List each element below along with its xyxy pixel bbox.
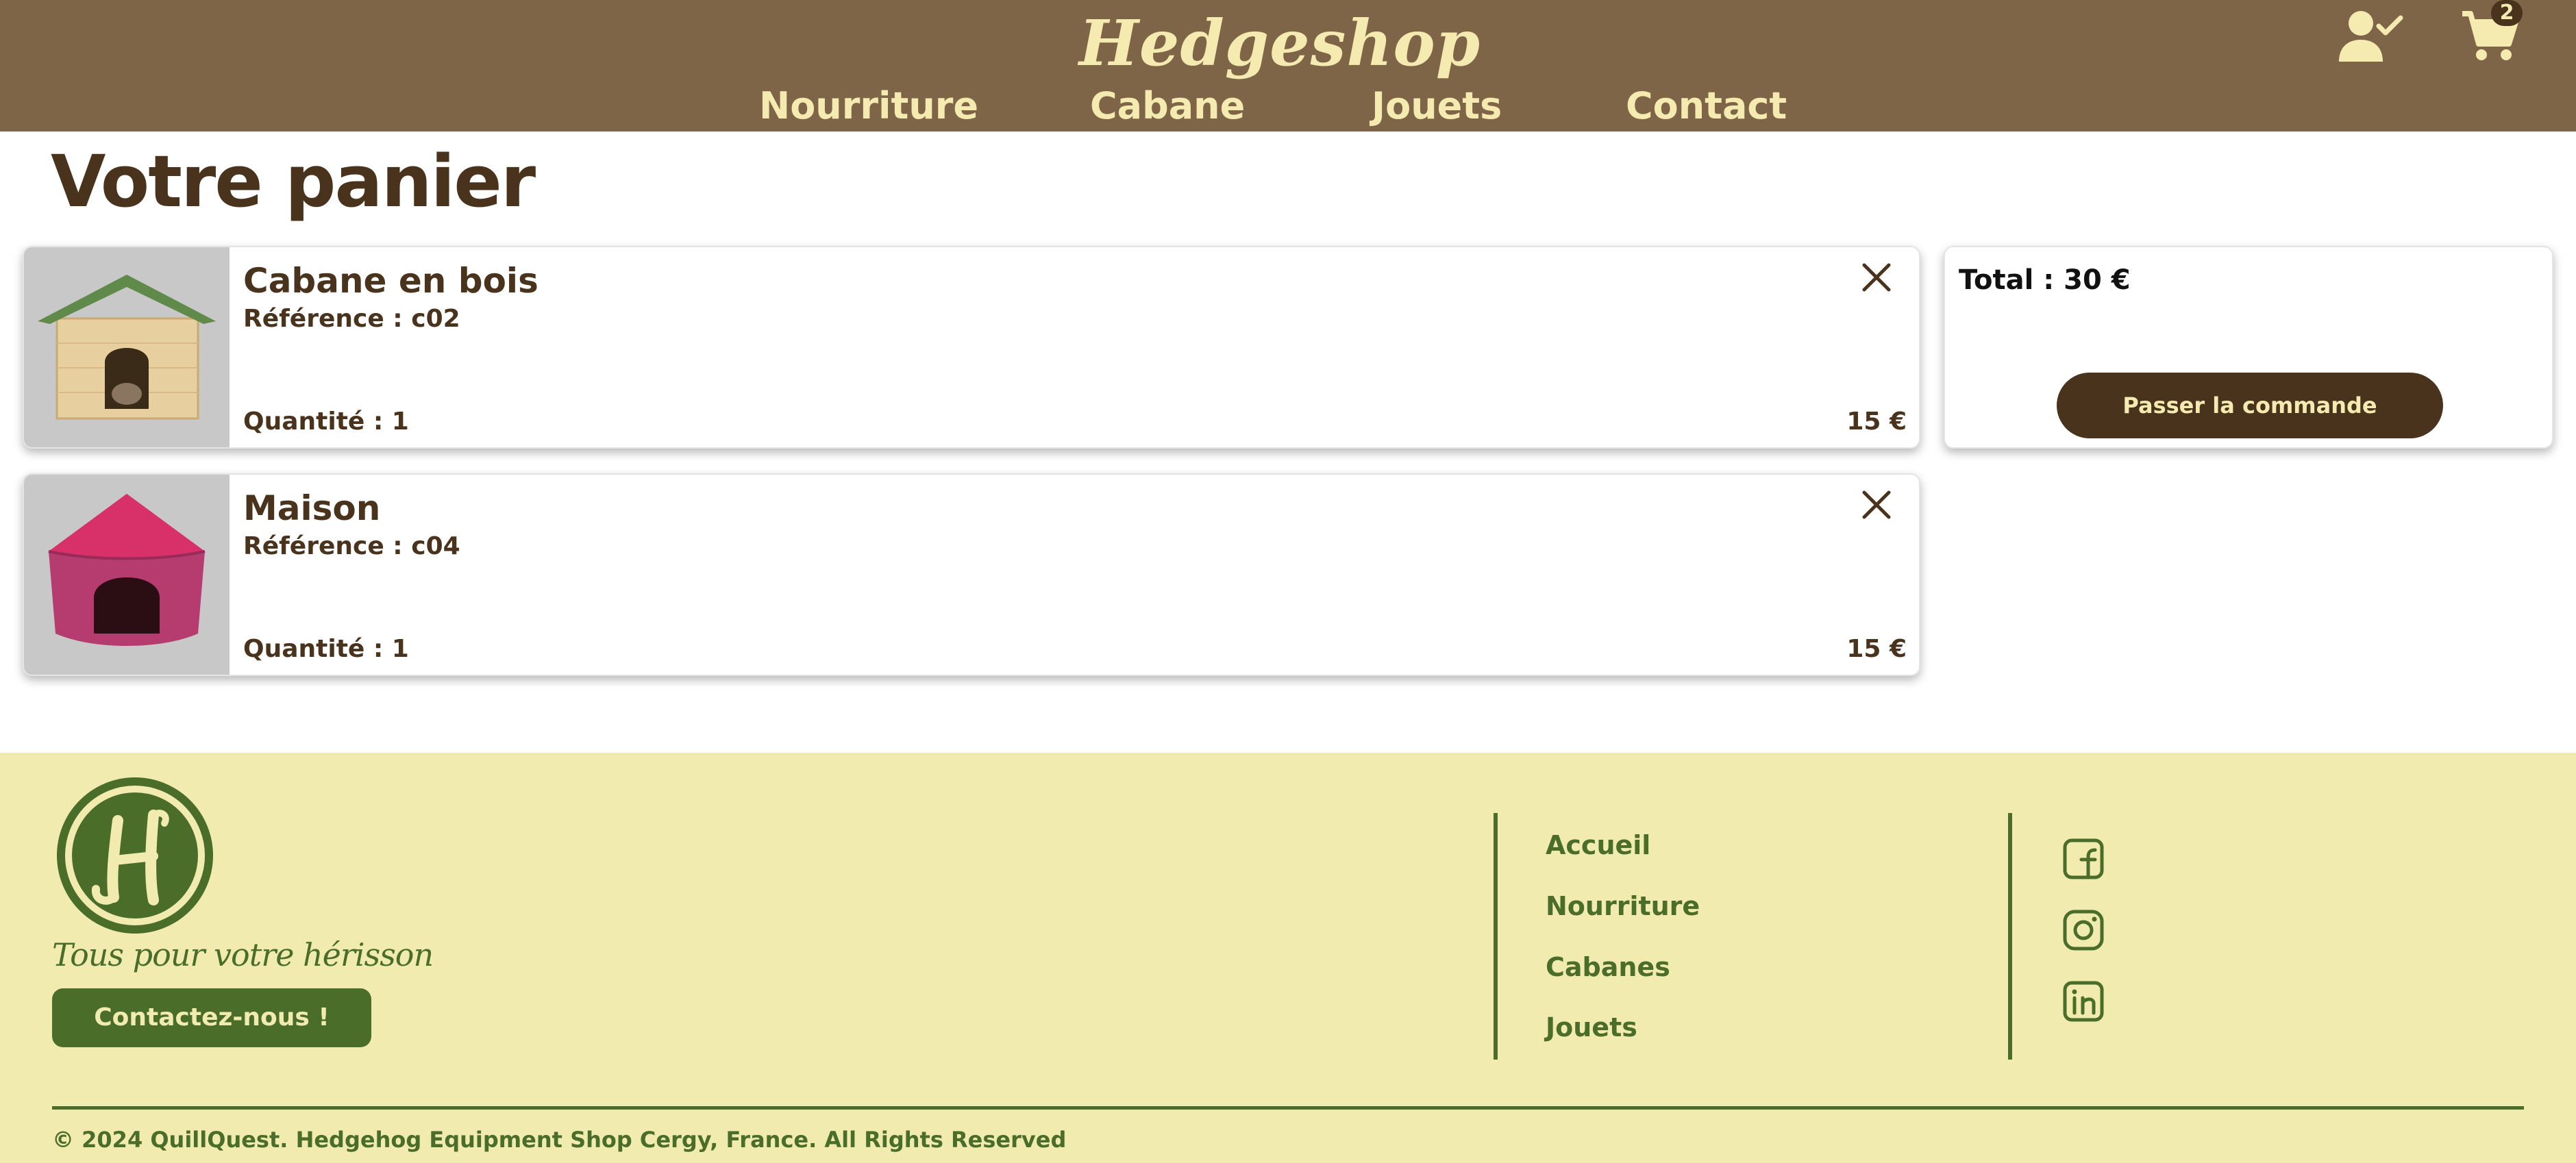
- facebook-icon: [2063, 838, 2104, 879]
- footer-logo[interactable]: [56, 777, 214, 934]
- instagram-icon: [2063, 910, 2104, 951]
- instagram-link[interactable]: [2062, 909, 2105, 951]
- user-check-icon: [2339, 11, 2403, 62]
- page-title: Votre panier: [51, 140, 536, 223]
- nav-item-nourriture[interactable]: Nourriture: [759, 81, 978, 132]
- cart-item: Cabane en bois Référence : c02 Quantité …: [23, 246, 1920, 449]
- order-summary: Total : 30 € Passer la commande: [1944, 246, 2553, 449]
- nav-item-jouets[interactable]: Jouets: [1372, 81, 1502, 132]
- footer-link-nourriture[interactable]: Nourriture: [1546, 888, 1700, 925]
- item-reference: Référence : c04: [243, 532, 460, 560]
- remove-item-button[interactable]: [1857, 258, 1896, 297]
- item-quantity: Quantité : 1: [243, 635, 409, 663]
- item-name[interactable]: Cabane en bois: [243, 257, 538, 305]
- item-reference: Référence : c02: [243, 305, 460, 333]
- footer-divider: [1494, 813, 1498, 1060]
- close-icon: [1862, 263, 1891, 292]
- site-logo[interactable]: Hedgeshop: [1079, 5, 1480, 81]
- footer-rule: [52, 1106, 2524, 1110]
- item-price: 15 €: [1846, 408, 1907, 436]
- account-button[interactable]: [2336, 8, 2405, 63]
- contact-us-button[interactable]: Contactez-nous !: [52, 988, 371, 1047]
- close-icon: [1862, 490, 1891, 519]
- cart-total: Total : 30 €: [1959, 264, 2131, 296]
- linkedin-icon: [2063, 981, 2104, 1022]
- pink-fabric-house-image[interactable]: [24, 475, 230, 675]
- nav-item-cabane[interactable]: Cabane: [1090, 81, 1245, 132]
- remove-item-button[interactable]: [1857, 486, 1896, 524]
- footer-divider: [2008, 813, 2012, 1060]
- checkout-button[interactable]: Passer la commande: [2057, 373, 2443, 438]
- linkedin-link[interactable]: [2062, 980, 2105, 1023]
- footer-link-accueil[interactable]: Accueil: [1546, 827, 1650, 864]
- site-header: Hedgeshop Nourriture Cabane Jouets Conta…: [0, 0, 2576, 132]
- item-quantity: Quantité : 1: [243, 408, 409, 436]
- item-price: 15 €: [1846, 635, 1907, 663]
- item-name[interactable]: Maison: [243, 484, 380, 532]
- wooden-hedgehog-house-image[interactable]: [24, 247, 230, 447]
- facebook-link[interactable]: [2062, 838, 2105, 880]
- footer-link-jouets[interactable]: Jouets: [1546, 1009, 1637, 1046]
- cart-item: Maison Référence : c04 Quantité : 1 15 €: [23, 473, 1920, 676]
- site-footer: Tous pour votre hérisson Contactez-nous …: [0, 753, 2576, 1163]
- main-nav: Nourriture Cabane Jouets Contact: [0, 81, 2576, 132]
- footer-link-cabanes[interactable]: Cabanes: [1546, 949, 1670, 986]
- footer-tagline: Tous pour votre hérisson: [52, 936, 434, 973]
- nav-item-contact[interactable]: Contact: [1626, 81, 1787, 132]
- cart-count-badge: 2: [2491, 0, 2523, 26]
- copyright-text: © 2024 QuillQuest. Hedgehog Equipment Sh…: [52, 1127, 1067, 1153]
